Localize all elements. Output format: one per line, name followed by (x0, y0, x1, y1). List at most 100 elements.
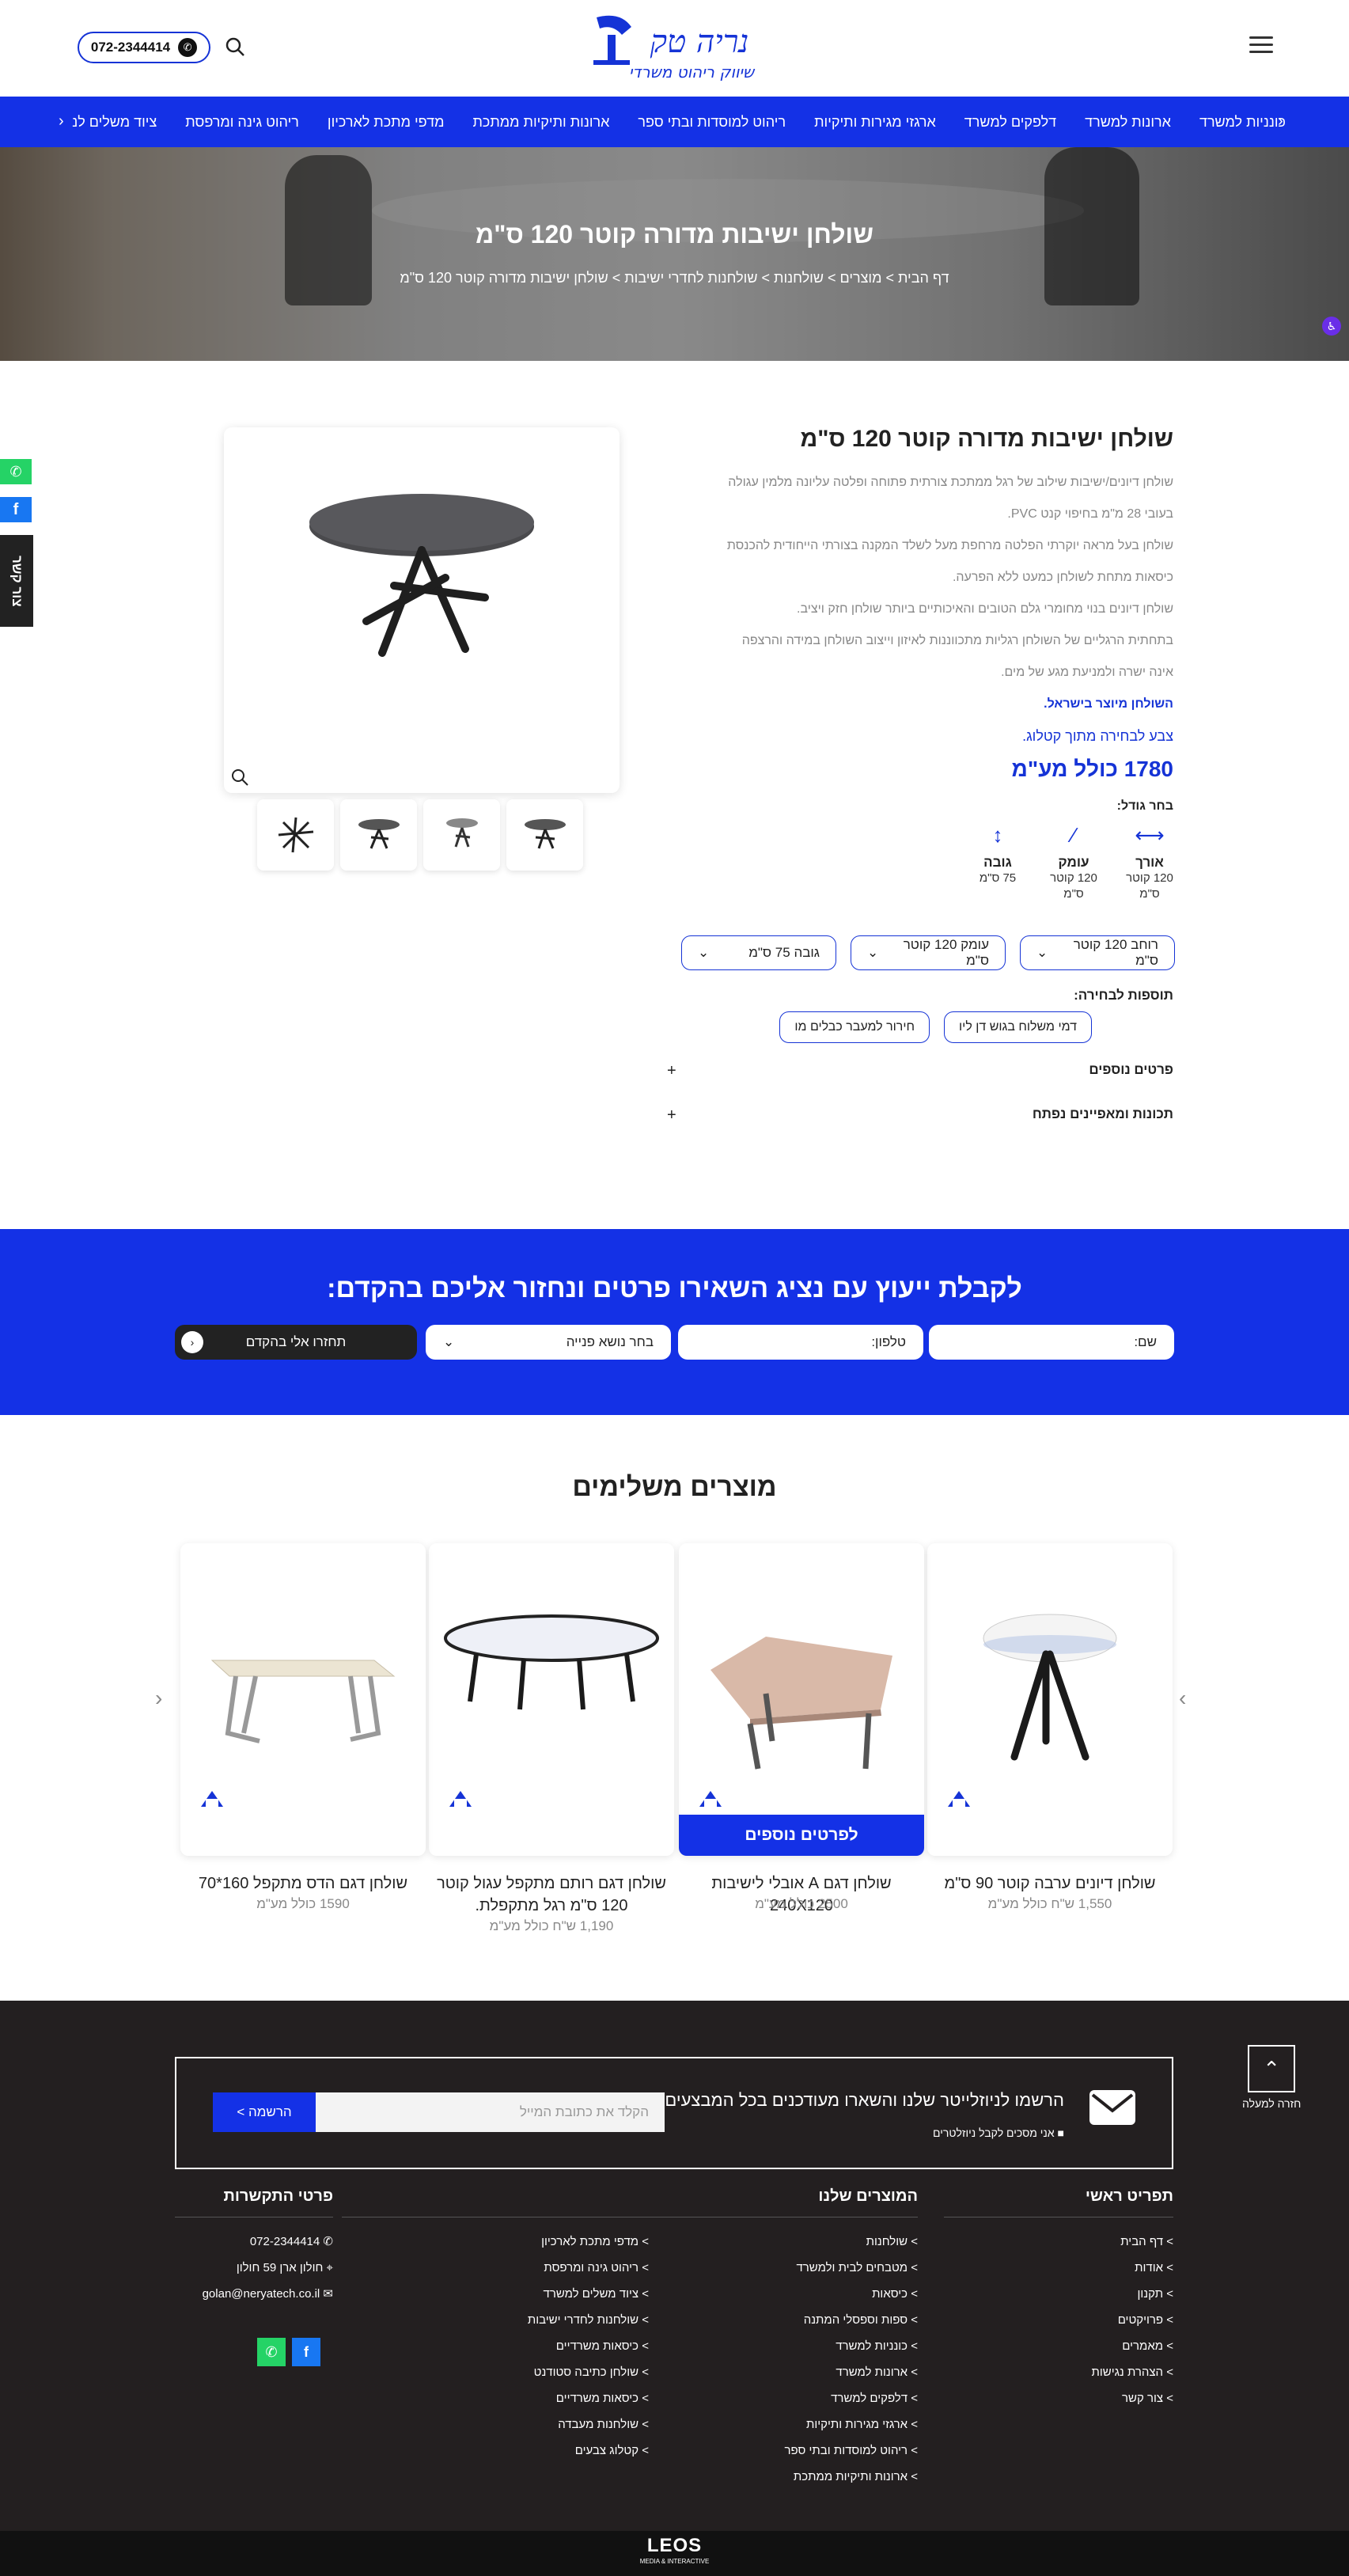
thumbnail[interactable] (257, 799, 334, 871)
brand-badge-icon (696, 1786, 725, 1810)
dimension-height[interactable]: ↕ גובה 75 ס"מ (974, 823, 1021, 902)
breadcrumb[interactable]: דף הבית > מוצרים > שולחנות > שולחנות לחד… (0, 270, 1349, 286)
footer-link[interactable]: שולחנות (767, 2229, 918, 2255)
footer-link[interactable]: שולחנות מעבדה (491, 2411, 649, 2438)
carousel-next-icon[interactable]: › (1179, 1686, 1186, 1711)
nav-item[interactable]: ציוד משלים לנ (72, 114, 157, 131)
footer-link[interactable]: ציוד משלים למשרד (491, 2281, 649, 2307)
footer-link[interactable]: שולחנות לחדרי ישיבות (491, 2307, 649, 2333)
description-line: שולחן דיונים/ישיבות שילוב של רגל ממתכת צ… (728, 476, 1173, 489)
footer-link[interactable]: תקנון (944, 2281, 1173, 2307)
topic-select[interactable]: בחר נושא פנייה ⌄ (426, 1325, 671, 1360)
phone-field[interactable]: טלפון: (678, 1325, 923, 1360)
whatsapp-icon[interactable]: ✆ (257, 2338, 286, 2366)
menu-icon[interactable] (1249, 36, 1273, 54)
width-select[interactable]: רוחב 120 קוטר ס"מ ⌄ (1020, 935, 1175, 970)
thumbnail[interactable] (506, 799, 583, 871)
newsletter-email-input[interactable]: הקלד את כתובת המייל (315, 2092, 665, 2132)
description-line: כיסאות מתחת לשולחן כמעט ללא הפרעה. (952, 571, 1173, 584)
footer-link[interactable]: מאמרים (944, 2333, 1173, 2359)
whatsapp-icon[interactable]: ✆ (0, 459, 32, 484)
footer-link[interactable]: ריהוט למוסדות ובתי ספר (767, 2438, 918, 2464)
footer-link[interactable]: אודות (944, 2255, 1173, 2281)
dimension-length[interactable]: ⟷ אורך 120 קוטר ס"מ (1126, 823, 1173, 902)
footer-link[interactable]: מטבחים לבית ולמשרד (767, 2255, 918, 2281)
footer-link[interactable]: ריהוט גינה ומרפסת (491, 2255, 649, 2281)
credit-bar: LEOS MEDIA & INTERACTIVE (0, 2531, 1349, 2576)
double-chevron-up-icon: ⌃ (1248, 2045, 1296, 2092)
height-select[interactable]: גובה 75 ס"מ ⌄ (681, 935, 836, 970)
footer-link[interactable]: ספות וספסלי המתנה (767, 2307, 918, 2333)
nav-item[interactable]: דלפקים למשרד (964, 114, 1056, 131)
name-field[interactable]: שם: (929, 1325, 1174, 1360)
arrow-horizontal-icon: ⟷ (1135, 823, 1165, 847)
footer-link[interactable]: שולחן כתיבה סטודנט (491, 2359, 649, 2385)
addon-delivery[interactable]: דמי משלוח בגוש דן ליו (944, 1011, 1092, 1043)
product-card[interactable] (429, 1543, 674, 1856)
footer-link[interactable]: כונניות למשרד (767, 2333, 918, 2359)
product-card-price: 1,550 ש"ח כולל מע"מ (987, 1896, 1112, 1911)
more-details-button[interactable]: לפרטים נוספים (679, 1815, 924, 1856)
accessibility-icon[interactable]: ♿ (1322, 317, 1341, 336)
footer-link[interactable]: ארונות למשרד (767, 2359, 918, 2385)
product-card[interactable]: לפרטים נוספים (679, 1543, 924, 1856)
footer-link[interactable]: כיסאות משרדיים (491, 2385, 649, 2411)
nav-item[interactable]: ריהוט למוסדות ובתי ספר (638, 114, 786, 131)
product-card[interactable] (927, 1543, 1173, 1856)
product-card-price: 1590 כולל מע"מ (256, 1896, 350, 1911)
plus-icon: + (667, 1062, 676, 1079)
nav-item[interactable]: כונניות למשרד (1199, 114, 1286, 131)
plus-icon: + (667, 1106, 676, 1124)
product-card-name[interactable]: שולחן דגם הדס מתקפל 160*70 (180, 1872, 426, 1895)
footer-link[interactable]: פרויקטים (944, 2307, 1173, 2333)
footer-products: המוצרים שלנו שולחנות מטבחים לבית ולמשרד … (342, 2187, 918, 2490)
accordion-more-details[interactable]: פרטים נוספים + (667, 1062, 1173, 1080)
footer-link[interactable]: דלפקים למשרד (767, 2385, 918, 2411)
footer-link[interactable]: צור קשר (944, 2385, 1173, 2411)
addon-cable-hole[interactable]: חירור למעבר כבלים מו (779, 1011, 930, 1043)
footer-link[interactable]: כיסאות משרדיים (491, 2333, 649, 2359)
description-line: בתחתית הרגליים של השולחן רגליות מתכווננו… (741, 634, 1173, 647)
product-main-image[interactable] (224, 427, 620, 793)
consult-title: לקבלת ייעוץ עם נציג השאירו פרטים ונחזור … (327, 1273, 1022, 1303)
footer-link[interactable]: הצהרת נגישות (944, 2359, 1173, 2385)
footer-link[interactable]: דף הבית (944, 2229, 1173, 2255)
accordion-features[interactable]: תכונות ומאפיינים נפתח + (667, 1106, 1173, 1125)
newsletter-consent[interactable]: ■ אני מסכים לקבל ניוזלטרים (933, 2126, 1064, 2139)
newsletter-submit-button[interactable]: הרשמה > (213, 2092, 316, 2132)
contact-email[interactable]: ✉ golan@neryatech.co.il (175, 2281, 333, 2307)
phone-icon: ✆ (323, 2235, 333, 2248)
footer-link[interactable]: ארגזי מגירות ותיקיות (767, 2411, 918, 2438)
phone-button[interactable]: 072-2344414 ✆ (78, 32, 210, 63)
footer-link[interactable]: קטלוג צבעים (491, 2438, 649, 2464)
product-card-price: 2500 כולל מע"מ (755, 1896, 848, 1911)
zoom-icon[interactable] (230, 768, 249, 787)
back-to-top[interactable]: ⌃ חזרה למעלה (1242, 2045, 1301, 2110)
consult-submit-button[interactable]: תחזרו אלי בהקדם ‹ (175, 1325, 417, 1360)
nav-scroll-left-icon[interactable]: ‹ (59, 112, 64, 131)
nav-item[interactable]: ארגזי מגירות ותיקיות (814, 114, 936, 131)
page-title: שולחן ישיבות מדורה קוטר 120 ס"מ (476, 220, 873, 248)
facebook-icon[interactable]: f (0, 497, 32, 522)
footer-link[interactable]: כיסאות (767, 2281, 918, 2307)
carousel-prev-icon[interactable]: ‹ (155, 1686, 162, 1711)
dimension-depth[interactable]: ∕ עומק 120 קוטר ס"מ (1050, 823, 1097, 902)
product-card-name[interactable]: שולחן דגם רותם מתקפל עגול קוטר 120 ס"מ ר… (429, 1872, 674, 1917)
footer-link[interactable]: מדפי מתכת לארכיון (491, 2229, 649, 2255)
thumbnail[interactable] (340, 799, 417, 871)
nav-item[interactable]: מדפי מתכת לארכיון (328, 114, 445, 131)
footer-link[interactable]: ארונות ותיקיות ממתכת (767, 2464, 918, 2490)
credit-logo[interactable]: LEOS MEDIA & INTERACTIVE (640, 2536, 710, 2570)
side-contact-tab[interactable]: צור קשר (0, 535, 33, 627)
product-card[interactable] (180, 1543, 426, 1856)
product-card-name[interactable]: שולחן דיונים ערבה קוטר 90 ס"מ (927, 1872, 1173, 1895)
thumbnail[interactable] (423, 799, 500, 871)
search-icon[interactable] (225, 36, 245, 57)
facebook-icon[interactable]: f (292, 2338, 320, 2366)
site-logo[interactable]: נריה טק שיווק ריהוט משרדי (581, 11, 771, 85)
nav-item[interactable]: ריהוט גינה ומרפסת (185, 114, 299, 131)
nav-item[interactable]: ארונות למשרד (1085, 114, 1171, 131)
depth-select[interactable]: עומק 120 קוטר ס"מ ⌄ (851, 935, 1006, 970)
contact-phone[interactable]: ✆ 072-2344414 (175, 2229, 333, 2255)
nav-item[interactable]: ארונות ותיקיות ממתכת (472, 114, 609, 131)
